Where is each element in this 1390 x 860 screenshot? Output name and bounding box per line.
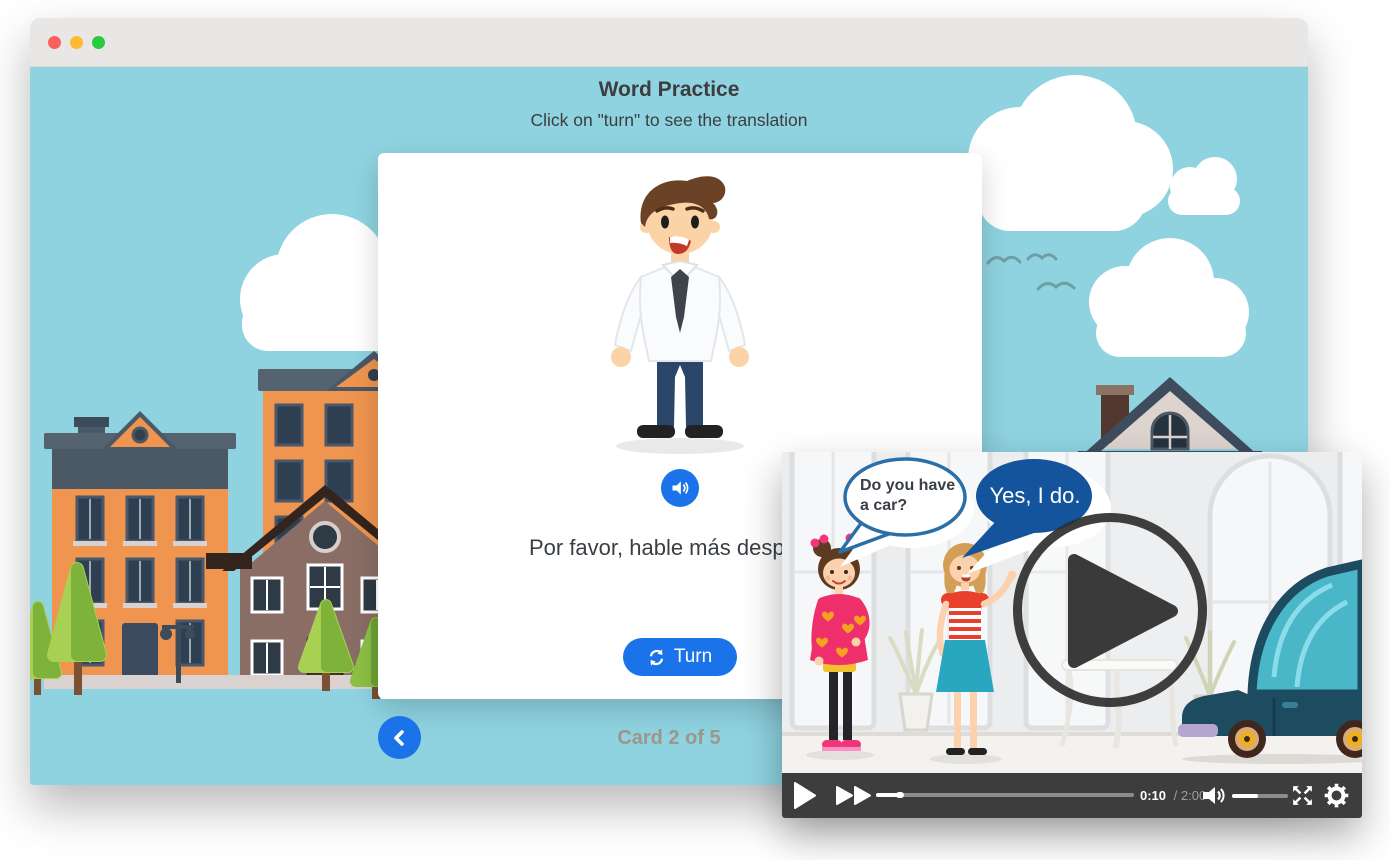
fast-forward-icon [836,786,872,805]
practice-header: Word Practice Click on "turn" to see the… [30,77,1308,131]
audio-button[interactable] [661,469,699,507]
sync-icon [648,649,665,666]
practice-instruction: Click on "turn" to see the translation [30,110,1308,131]
page-title: Word Practice [30,77,1308,103]
answer-bubble: Yes, I do. [980,483,1090,509]
current-time: 0:10 [1140,788,1166,803]
turn-button-label: Turn [674,646,712,668]
fullscreen-button[interactable] [1290,783,1315,811]
play-icon [1022,522,1198,698]
progress-bar[interactable] [876,793,1134,797]
speaker-icon [670,478,690,498]
car-wheel [1228,720,1266,758]
question-bubble: Do you have a car? [860,476,964,517]
settings-button[interactable] [1323,782,1350,812]
fast-forward-button[interactable] [836,786,872,808]
video-play-overlay-button[interactable] [1013,513,1207,707]
video-player: Do you have a car? Yes, I do. [782,452,1362,818]
volume-icon [1202,785,1227,806]
screenshot-stage: Word Practice Click on "turn" to see the… [0,0,1390,860]
volume-level [1232,794,1258,798]
question-line-1: Do you have [860,477,955,494]
fullscreen-expand-icon [1290,783,1315,808]
question-line-2: a car? [860,497,907,514]
turn-button[interactable]: Turn [623,638,737,676]
birds [988,255,1074,289]
cloud [1089,238,1249,357]
close-button[interactable] [48,36,61,49]
zoom-button[interactable] [92,36,105,49]
house-roof-right [1078,377,1262,459]
video-play-button[interactable] [794,782,816,812]
previous-card-button[interactable] [378,716,421,759]
gear-icon [1323,782,1350,809]
video-controls-bar: 0:10 / 2:00 [782,773,1362,818]
volume-button[interactable] [1202,785,1227,809]
man-illustration [575,165,785,455]
progress-knob[interactable] [896,792,904,798]
volume-slider[interactable] [1232,794,1288,798]
window-titlebar [30,18,1308,67]
time-display: 0:10 / 2:00 [1140,788,1206,803]
chevron-left-icon [390,728,410,748]
minimize-button[interactable] [70,36,83,49]
cloud [1168,157,1240,215]
play-icon [794,782,816,809]
